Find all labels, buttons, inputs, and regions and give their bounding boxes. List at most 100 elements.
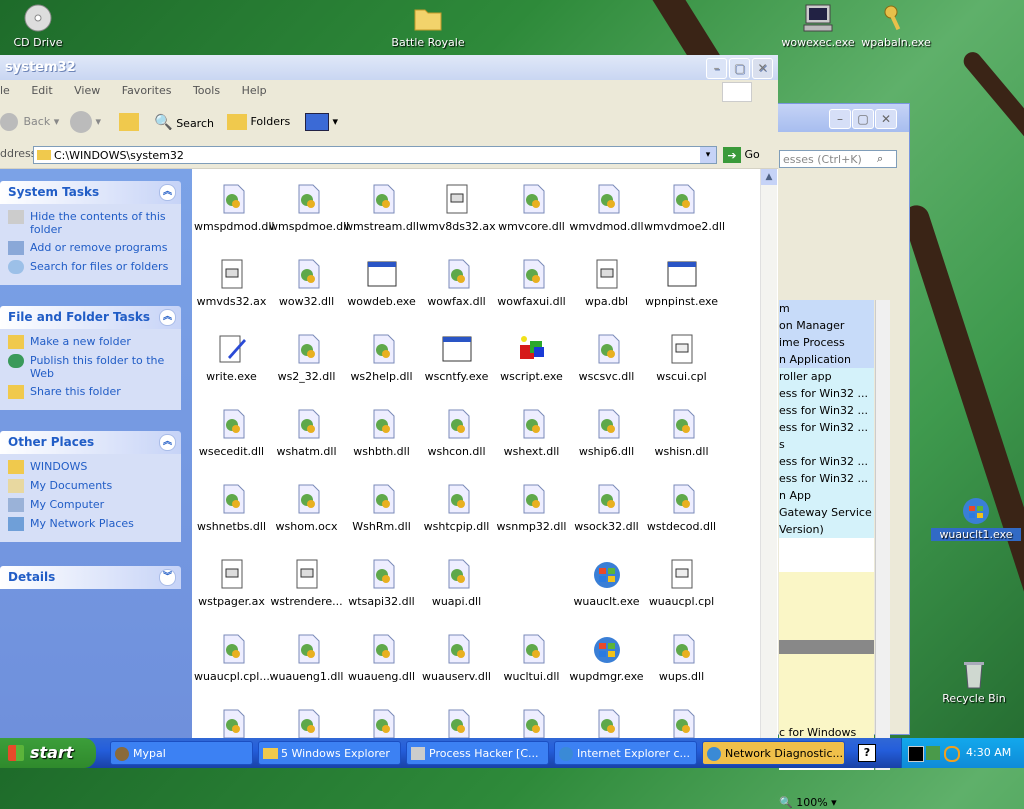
- go-button[interactable]: ➔ Go: [723, 146, 760, 164]
- file-item[interactable]: wscsvc.dll: [569, 333, 644, 383]
- file-item[interactable]: wscui.cpl: [644, 333, 719, 383]
- process-row[interactable]: ess for Win32 ...: [779, 402, 874, 419]
- back-button[interactable]: Back ▾: [0, 110, 59, 134]
- zoom-level[interactable]: 🔍 100% ▾: [779, 796, 837, 809]
- process-row[interactable]: Version): [779, 521, 874, 538]
- file-item[interactable]: [194, 708, 269, 738]
- file-view-scrollbar[interactable]: ▲: [760, 169, 777, 738]
- process-row[interactable]: m: [779, 300, 874, 317]
- desktop-icon-wuauclt1[interactable]: wuauclt1.exe: [931, 494, 1021, 541]
- panel-header[interactable]: File and Folder Tasks ︽: [0, 306, 181, 329]
- close-button[interactable]: ✕: [752, 58, 773, 79]
- process-row[interactable]: on Manager: [779, 317, 874, 334]
- file-item[interactable]: [494, 708, 569, 738]
- file-item[interactable]: wmvdmoe2.dll: [644, 183, 725, 233]
- file-item[interactable]: wuauclt.exe: [569, 558, 644, 608]
- panel-header[interactable]: Details ︾: [0, 566, 181, 589]
- task-add-remove-programs[interactable]: Add or remove programs: [8, 241, 175, 255]
- file-item[interactable]: wshbth.dll: [344, 408, 419, 458]
- task-network-diagnostic[interactable]: Network Diagnostic...: [702, 741, 845, 765]
- menu-favorites[interactable]: Favorites: [122, 84, 172, 97]
- file-item[interactable]: wshnetbs.dll: [194, 483, 269, 533]
- file-item[interactable]: [569, 708, 644, 738]
- cmd-icon[interactable]: [908, 746, 924, 762]
- explorer-window[interactable]: system32 – ▢ ✕ le Edit View Favorites To…: [0, 55, 778, 738]
- start-button[interactable]: start: [0, 738, 96, 768]
- task-internet-explorer[interactable]: Internet Explorer c...: [554, 741, 697, 765]
- file-item[interactable]: [644, 708, 719, 738]
- file-item[interactable]: WshRm.dll: [344, 483, 419, 533]
- process-row[interactable]: ess for Win32 ...: [779, 470, 874, 487]
- file-item[interactable]: wupdmgr.exe: [569, 633, 644, 683]
- file-item[interactable]: wshext.dll: [494, 408, 569, 458]
- file-item[interactable]: [344, 708, 419, 738]
- file-item[interactable]: wups.dll: [644, 633, 719, 683]
- process-row[interactable]: ess for Win32 ...: [779, 385, 874, 402]
- task-process-hacker[interactable]: Process Hacker [C...: [406, 741, 549, 765]
- file-item[interactable]: ws2_32.dll: [269, 333, 344, 383]
- file-item[interactable]: wscntfy.exe: [419, 333, 494, 383]
- file-item[interactable]: wshatm.dll: [269, 408, 344, 458]
- file-item[interactable]: wuaucpl.cpl...: [194, 633, 270, 683]
- file-item[interactable]: wshisn.dll: [644, 408, 719, 458]
- clock[interactable]: 4:30 AM: [966, 746, 1011, 759]
- file-item[interactable]: wsecedit.dll: [194, 408, 269, 458]
- desktop-icon-wpabaln[interactable]: wpabaln.exe: [851, 2, 941, 49]
- task-hide-contents[interactable]: Hide the contents of this folder: [8, 210, 175, 236]
- panel-header[interactable]: System Tasks ︽: [0, 181, 181, 204]
- minimize-button[interactable]: –: [706, 58, 727, 79]
- file-item[interactable]: wuauserv.dll: [419, 633, 494, 683]
- process-hacker-window[interactable]: – ▢ ✕ esses (Ctrl+K) ⌕ m on Manager ime …: [770, 103, 910, 809]
- file-item[interactable]: wsock32.dll: [569, 483, 644, 533]
- file-item[interactable]: wtsapi32.dll: [344, 558, 419, 608]
- maximize-button[interactable]: ▢: [729, 58, 750, 79]
- task-make-new-folder[interactable]: Make a new folder: [8, 335, 175, 349]
- file-item[interactable]: wmstream.dll: [344, 183, 419, 233]
- place-my-documents[interactable]: My Documents: [8, 479, 175, 493]
- network-icon[interactable]: [926, 746, 940, 760]
- process-list-scrollbar[interactable]: [875, 300, 890, 770]
- process-row[interactable]: ess for Win32 ...: [779, 419, 874, 436]
- file-item[interactable]: wsnmp32.dll: [494, 483, 569, 533]
- task-publish-folder[interactable]: Publish this folder to the Web: [8, 354, 175, 380]
- folders-button[interactable]: Folders: [227, 110, 290, 134]
- task-search-files[interactable]: Search for files or folders: [8, 260, 175, 274]
- forward-button[interactable]: ▾: [70, 110, 101, 134]
- file-item[interactable]: wmvdmod.dll: [569, 183, 644, 233]
- file-item[interactable]: ws2help.dll: [344, 333, 419, 383]
- file-item[interactable]: wowfax.dll: [419, 258, 494, 308]
- file-item[interactable]: wpnpinst.exe: [644, 258, 719, 308]
- menu-edit[interactable]: Edit: [31, 84, 52, 97]
- help-button[interactable]: ?: [858, 744, 876, 762]
- file-item[interactable]: wstpager.ax: [194, 558, 269, 608]
- process-list[interactable]: m on Manager ime Process n Application r…: [779, 300, 874, 770]
- file-item[interactable]: wmspdmod.dll: [194, 183, 274, 233]
- place-my-network-places[interactable]: My Network Places: [8, 517, 175, 531]
- file-item[interactable]: write.exe: [194, 333, 269, 383]
- close-button[interactable]: ✕: [875, 109, 897, 129]
- file-item[interactable]: wmvcore.dll: [494, 183, 569, 233]
- expand-chevron-icon[interactable]: ︾: [159, 569, 176, 586]
- process-row[interactable]: s: [779, 436, 874, 453]
- search-button[interactable]: 🔍 Search: [154, 110, 214, 134]
- panel-header[interactable]: Other Places ︽: [0, 431, 181, 454]
- file-item[interactable]: wship6.dll: [569, 408, 644, 458]
- file-item[interactable]: wowfaxui.dll: [494, 258, 569, 308]
- search-icon[interactable]: [944, 746, 960, 762]
- desktop-icon-wowexec[interactable]: wowexec.exe: [773, 2, 863, 49]
- task-mypal[interactable]: Mypal: [110, 741, 253, 765]
- process-row[interactable]: roller app: [779, 368, 874, 385]
- maximize-button[interactable]: ▢: [852, 109, 874, 129]
- file-item[interactable]: wstdecod.dll: [644, 483, 719, 533]
- file-item[interactable]: wmv8ds32.ax: [419, 183, 496, 233]
- minimize-button[interactable]: –: [829, 109, 851, 129]
- file-item[interactable]: [419, 708, 494, 738]
- file-item[interactable]: wshcon.dll: [419, 408, 494, 458]
- file-view[interactable]: wmspdmod.dll wmspdmoe.dll wmstream.dll wmv8…: [192, 169, 760, 738]
- collapse-chevron-icon[interactable]: ︽: [159, 309, 176, 326]
- file-item[interactable]: wmvds32.ax: [194, 258, 269, 308]
- menu-tools[interactable]: Tools: [193, 84, 220, 97]
- process-row[interactable]: n Application: [779, 351, 874, 368]
- collapse-chevron-icon[interactable]: ︽: [159, 184, 176, 201]
- desktop-icon-recycle-bin[interactable]: Recycle Bin: [929, 658, 1019, 705]
